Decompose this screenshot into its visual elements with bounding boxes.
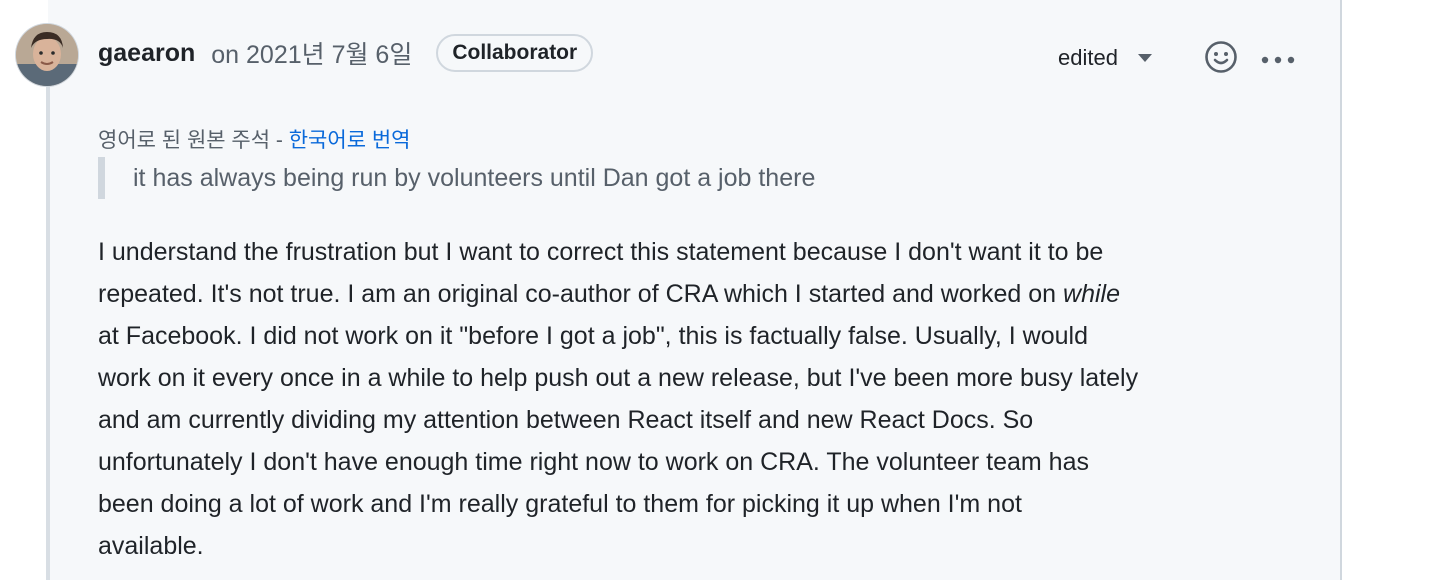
original-comment-label: 영어로 된 원본 주석 - [98,129,289,152]
collaborator-badge: Collaborator [436,34,594,72]
translation-notice: 영어로 된 원본 주석 - 한국어로 번역 [98,124,411,154]
comment-timestamp[interactable]: on 2021년 7월 6일 [211,35,412,71]
blockquote: it has always being run by volunteers un… [98,157,815,199]
comment-header: gaearon on 2021년 7월 6일 Collaborator [98,32,594,74]
author-link[interactable]: gaearon [98,39,195,68]
smiley-icon [1205,41,1237,73]
body-line: at Facebook. I did not work on it "befor… [98,322,1089,350]
issue-comment-page: gaearon on 2021년 7월 6일 Collaborator edit… [0,0,1438,580]
edited-dropdown[interactable]: edited [1058,42,1152,74]
translate-link[interactable]: 한국어로 번역 [289,129,411,152]
body-line: and am currently dividing my attention b… [98,406,1034,434]
body-line: available. [98,532,204,560]
body-line: unfortunately I don't have enough time r… [98,448,1089,476]
kebab-horizontal-icon [1261,56,1295,64]
body-line: I understand the frustration but I want … [98,238,1104,266]
caret-down-icon [1137,54,1152,62]
add-reaction-button[interactable] [1204,40,1238,74]
comment-body: I understand the frustration but I want … [98,231,1318,567]
avatar-image [16,24,78,86]
edited-label: edited [1058,45,1118,70]
emphasis-text: while [1063,280,1120,308]
timeline-line [46,84,50,580]
body-line: been doing a lot of work and I'm really … [98,490,1022,518]
body-line: work on it every once in a while to help… [98,364,1139,392]
body-line: repeated. It's not true. I am an origina… [98,273,1318,315]
more-options-button[interactable] [1260,52,1296,64]
avatar[interactable] [16,24,78,86]
body-text-segment: repeated. It's not true. I am an origina… [98,280,1064,308]
